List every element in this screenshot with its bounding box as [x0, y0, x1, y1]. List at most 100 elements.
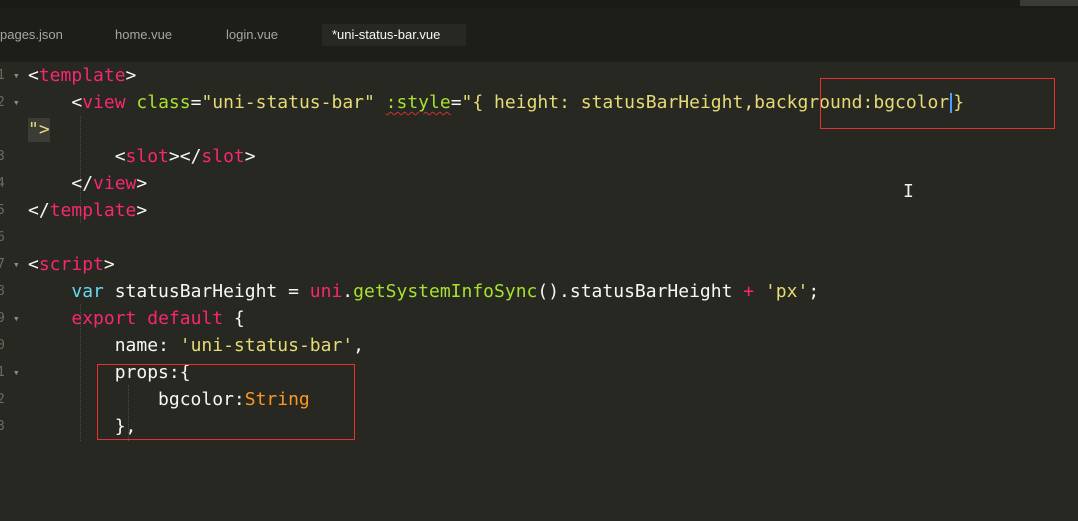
keyword: var [71, 281, 104, 302]
code-line-8: 8 var statusBarHeight = uni.getSystemInf… [0, 278, 819, 305]
attribute-value: "uni-status-bar" [201, 92, 375, 113]
line-gutter: 3 [0, 413, 24, 440]
keyword-export: export [71, 308, 137, 329]
string-literal: 'px' [764, 281, 809, 302]
style-value: "{ height: statusBarHeight [461, 92, 744, 113]
code-line-9: 9 ▾ export default { [0, 305, 245, 332]
code-line-2-wrap: "> [0, 116, 50, 143]
line-number: 2 [0, 392, 5, 407]
fold-arrow-icon[interactable]: ▾ [13, 62, 20, 89]
tag-bracket: < [114, 146, 126, 167]
line-number: 0 [0, 338, 5, 353]
tag-bracket: > [103, 254, 115, 275]
window-corner [1020, 0, 1078, 6]
code-line-11: 1 ▾ props:{ [0, 359, 191, 386]
attribute-name: class [136, 92, 191, 113]
line-number: 9 [0, 311, 5, 326]
line-gutter: 7 ▾ [0, 251, 24, 278]
annotation-box-background [820, 78, 1055, 129]
expression: ().statusBarHeight [537, 281, 744, 302]
string-literal: 'uni-status-bar' [179, 335, 354, 356]
tag-name: template [38, 65, 126, 86]
tab-login-vue[interactable]: login.vue [226, 24, 278, 46]
equals: = [450, 92, 462, 113]
line-gutter: 4 [0, 170, 24, 197]
line-number: 6 [0, 230, 5, 245]
code-editor[interactable]: 1 ▾ <template> 2 ▾ <view class="uni-status… [0, 62, 1078, 441]
line-gutter: 5 [0, 197, 24, 224]
line-number: 8 [0, 284, 5, 299]
keyword-default: default [147, 308, 224, 329]
tag-bracket: > [136, 173, 148, 194]
tab-pages-json[interactable]: pages.json [0, 24, 63, 46]
line-gutter: 9 ▾ [0, 305, 24, 332]
tag-bracket: < [28, 65, 39, 86]
annotation-box-props [97, 364, 355, 440]
tag-name: slot [201, 146, 245, 167]
function-name: getSystemInfoSync [353, 281, 538, 302]
tag-name: view [93, 173, 137, 194]
tag-bracket: </ [28, 200, 50, 221]
colon: : [158, 335, 180, 356]
title-strip [0, 0, 1078, 8]
property-key: name [114, 335, 159, 356]
fold-arrow-icon[interactable]: ▾ [13, 89, 20, 116]
code-line-12: 2 bgcolor:String [0, 386, 310, 413]
code-line-4: 4 </view> [0, 170, 147, 197]
tag-bracket: < [28, 254, 39, 275]
line-number: 7 [0, 257, 5, 272]
tag-bracket: </ [71, 173, 94, 194]
code-line-2: 2 ▾ <view class="uni-status-bar" :style="… [0, 89, 964, 116]
line-gutter: 3 [0, 143, 24, 170]
variable-decl: statusBarHeight = [103, 281, 310, 302]
fold-arrow-icon[interactable]: ▾ [13, 359, 20, 386]
tag-bracket: > [244, 146, 256, 167]
tag-name: template [49, 200, 137, 221]
code-line-6: 6 [0, 224, 43, 251]
text-cursor-icon: I [903, 181, 914, 202]
tag-bracket: > [136, 200, 148, 221]
tab-uni-status-bar-vue[interactable]: *uni-status-bar.vue [322, 24, 467, 46]
line-gutter: 0 [0, 332, 24, 359]
tag-name: view [82, 92, 126, 113]
code-line-1: 1 ▾ <template> [0, 62, 136, 89]
line-number: 3 [0, 149, 5, 164]
dot: . [342, 281, 354, 302]
code-line-7: 7 ▾ <script> [0, 251, 115, 278]
fold-arrow-icon[interactable]: ▾ [13, 251, 20, 278]
line-number: 5 [0, 203, 5, 218]
code-line-5: 5 </template> [0, 197, 147, 224]
attribute-name-style: :style [385, 92, 451, 113]
tag-name: script [38, 254, 104, 275]
tag-bracket: ></ [168, 146, 202, 167]
line-number: 3 [0, 419, 5, 434]
comma: , [353, 335, 364, 356]
tag-bracket: > [125, 65, 137, 86]
line-number: 1 [0, 68, 5, 83]
semicolon: ; [808, 281, 820, 302]
line-number: 2 [0, 95, 5, 110]
attribute-value-end: "> [28, 119, 50, 140]
line-number: 4 [0, 176, 5, 191]
line-gutter: 2 [0, 386, 24, 413]
fold-arrow-icon[interactable]: ▾ [13, 305, 20, 332]
code-line-13: 3 }, [0, 413, 136, 440]
line-gutter: 8 [0, 278, 24, 305]
tag-bracket: < [71, 92, 83, 113]
line-number: 1 [0, 365, 5, 380]
operator: + [743, 281, 755, 302]
code-line-3: 3 <slot></slot> [0, 143, 256, 170]
line-gutter: 2 ▾ [0, 89, 24, 116]
object-name: uni [309, 281, 343, 302]
code-line-10: 0 name: 'uni-status-bar', [0, 332, 364, 359]
brace: { [223, 308, 245, 329]
tag-name: slot [125, 146, 169, 167]
line-gutter: 1 ▾ [0, 62, 24, 89]
tab-home-vue[interactable]: home.vue [115, 24, 172, 46]
line-gutter: 1 ▾ [0, 359, 24, 386]
equals: = [190, 92, 202, 113]
tab-bar: pages.json home.vue login.vue *uni-statu… [0, 0, 1078, 62]
